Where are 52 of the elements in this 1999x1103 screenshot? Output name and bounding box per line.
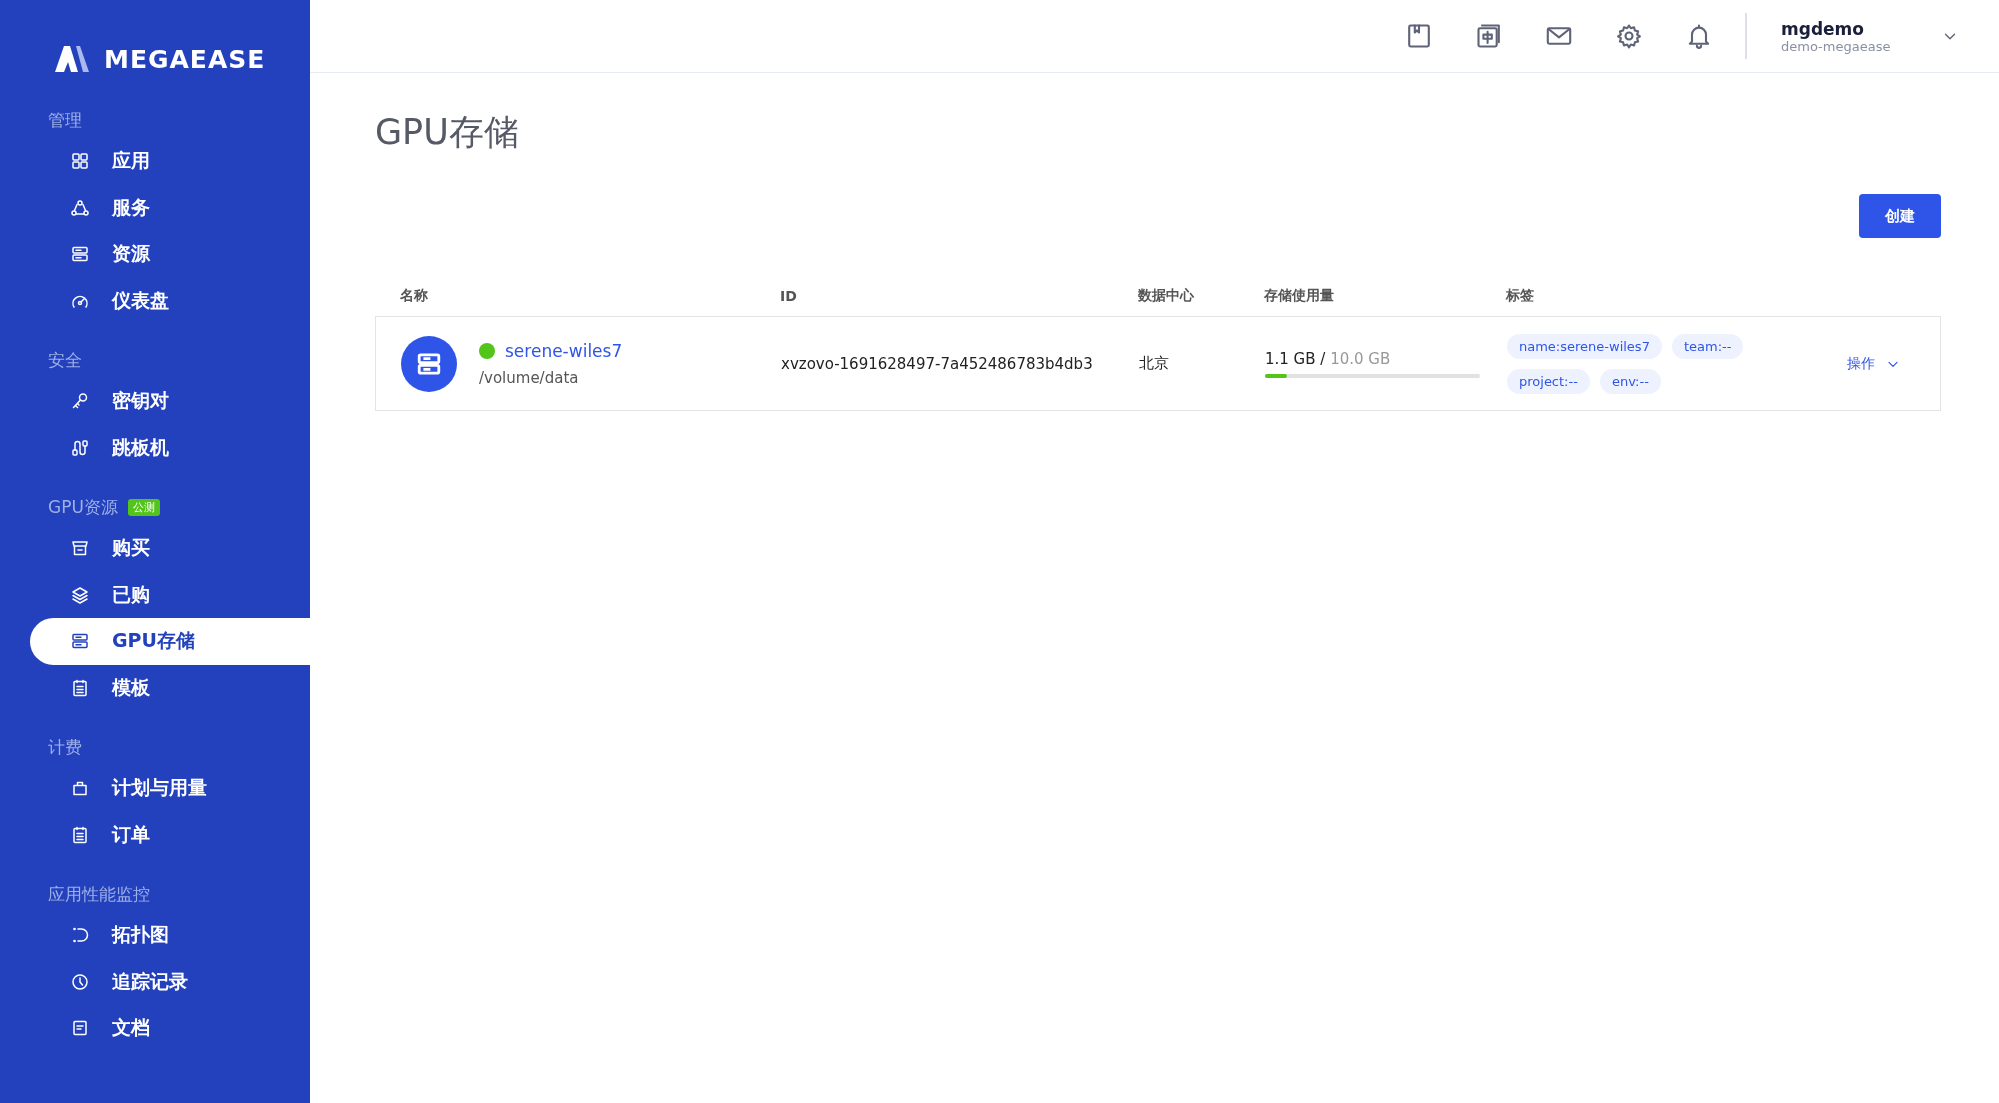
sidebar-item[interactable]: 应用 — [30, 138, 310, 185]
tag: project:-- — [1507, 368, 1590, 394]
volume-name-link[interactable]: serene-wiles7 — [505, 340, 623, 361]
grid-icon — [70, 151, 90, 172]
sidebar-item[interactable]: 跳板机 — [30, 424, 310, 471]
tag: name:serene-wiles7 — [1507, 333, 1662, 359]
column-header: 名称 — [400, 287, 428, 303]
sidebar-item[interactable]: 已购 — [30, 571, 310, 618]
tag: env:-- — [1599, 368, 1661, 394]
sidebar-item[interactable]: 模板 — [30, 664, 310, 711]
datacenter-text: 北京 — [1139, 354, 1169, 372]
sidebar-item[interactable]: 资源 — [30, 231, 310, 278]
settings-icon — [1615, 22, 1643, 50]
sidebar-item[interactable]: GPU存储 — [30, 618, 310, 665]
sidebar-item[interactable]: 仪表盘 — [30, 277, 310, 324]
section-title: 安全 — [48, 348, 82, 372]
bookmark-icon — [1405, 22, 1433, 50]
sidebar-item[interactable]: 计划与用量 — [30, 765, 310, 812]
organization-name: demo-megaease — [1781, 38, 1892, 54]
layers-icon — [70, 584, 90, 605]
nodes-icon — [70, 197, 90, 218]
sidebar-item[interactable]: 文档 — [30, 1005, 310, 1052]
language-icon — [1475, 22, 1503, 50]
create-button[interactable]: 创建 — [1859, 194, 1941, 238]
mount-path: /volume/data — [479, 368, 580, 387]
section-title: 计费 — [48, 735, 82, 759]
actions-dropdown[interactable]: 操作 — [1847, 354, 1901, 373]
tag: team:-- — [1671, 333, 1744, 359]
sidebar-item[interactable]: 拓扑图 — [30, 912, 310, 959]
clipboard-icon — [70, 677, 90, 698]
brand-name: MEGAEASE — [104, 44, 266, 74]
section-title: GPU资源 — [48, 495, 118, 519]
sidebar-item[interactable]: 服务 — [30, 184, 310, 231]
usage-text: 1.1 GB / 10.0 GB — [1265, 349, 1392, 368]
user-name: mgdemo — [1781, 18, 1865, 39]
cable-icon — [70, 437, 90, 458]
sidebar-item[interactable]: 购买 — [30, 525, 310, 572]
volume-id: xvzovo-1691628497-7a452486783b4db3 — [781, 354, 1093, 373]
column-header: 标签 — [1506, 287, 1534, 303]
logo-icon — [54, 46, 90, 72]
sidebar-item[interactable]: 追踪记录 — [30, 958, 310, 1005]
column-header: 存储使用量 — [1264, 287, 1334, 303]
sidebar-item[interactable]: 订单 — [30, 811, 310, 858]
column-header: ID — [780, 288, 797, 304]
section-title: 管理 — [48, 108, 82, 132]
column-header: 数据中心 — [1138, 287, 1194, 303]
clock-icon — [70, 971, 90, 992]
page-title: GPU存储 — [375, 111, 520, 154]
sidebar-item[interactable]: 密钥对 — [30, 378, 310, 425]
beta-badge: 公测 — [127, 498, 160, 516]
clipboard-icon — [70, 824, 90, 845]
section-title: 应用性能监控 — [48, 882, 150, 906]
